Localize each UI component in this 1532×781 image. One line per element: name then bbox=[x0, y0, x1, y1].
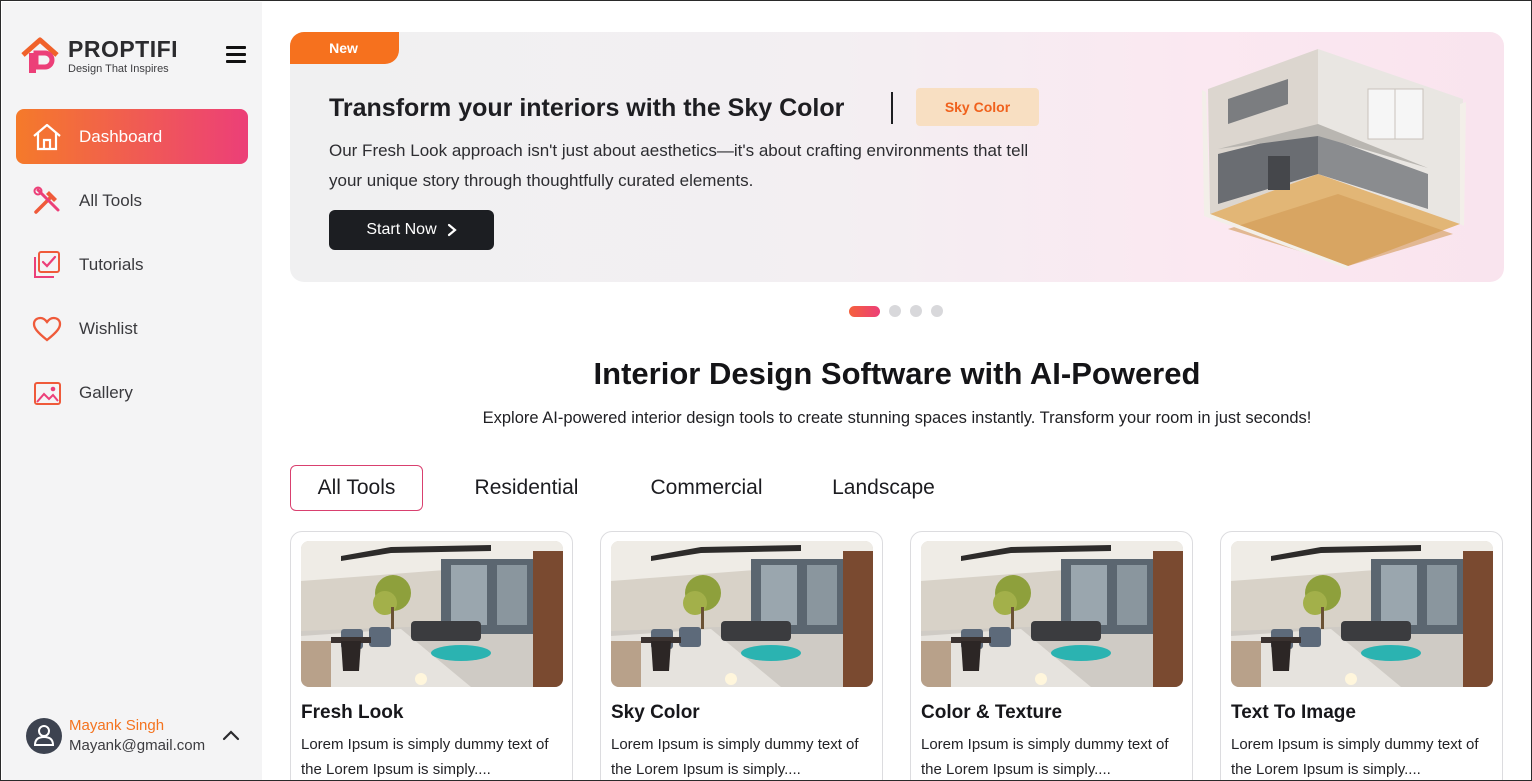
card-image bbox=[921, 541, 1183, 687]
card-title: Fresh Look bbox=[301, 702, 404, 723]
brand-tagline: Design That Inspires bbox=[68, 62, 169, 75]
banner-title: Transform your interiors with the Sky Co… bbox=[329, 94, 845, 122]
carousel-dot[interactable] bbox=[849, 305, 880, 317]
banner-description: Our Fresh Look approach isn't just about… bbox=[329, 141, 1029, 190]
tab-all-tools[interactable]: All Tools bbox=[290, 465, 423, 511]
gallery-icon bbox=[34, 381, 61, 405]
hamburger-icon[interactable] bbox=[226, 46, 246, 64]
start-now-label: Start Now bbox=[366, 221, 437, 238]
chevron-right-icon bbox=[447, 223, 457, 237]
sidebar-item-label: Wishlist bbox=[79, 318, 138, 338]
sidebar-nav: Dashboard All Tools Tutorials Wishlist G… bbox=[16, 109, 248, 429]
card-title: Color & Texture bbox=[921, 702, 1063, 723]
card-description: Lorem Ipsum is simply dummy text of the … bbox=[611, 736, 859, 778]
sidebar-item-label: Dashboard bbox=[79, 126, 163, 146]
tutorials-icon bbox=[34, 250, 60, 278]
new-badge: New bbox=[290, 32, 399, 64]
sidebar-item-wishlist[interactable]: Wishlist bbox=[16, 301, 248, 356]
tab-residential[interactable]: Residential bbox=[458, 465, 595, 511]
section-title: Interior Design Software with AI-Powered bbox=[593, 356, 1201, 391]
kitchen-illustration bbox=[1202, 49, 1466, 269]
brand-logo[interactable]: PROPTIFI Design That Inspires bbox=[20, 36, 178, 76]
card-title: Sky Color bbox=[611, 702, 700, 723]
carousel-dot[interactable] bbox=[910, 305, 922, 317]
user-avatar bbox=[26, 718, 62, 754]
card-description: Lorem Ipsum is simply dummy text of the … bbox=[1231, 736, 1479, 778]
chevron-up-icon[interactable] bbox=[222, 728, 240, 742]
sidebar-item-all-tools[interactable]: All Tools bbox=[16, 173, 248, 228]
carousel-dot[interactable] bbox=[931, 305, 943, 317]
card-image bbox=[301, 541, 563, 687]
card-description: Lorem Ipsum is simply dummy text of the … bbox=[921, 736, 1169, 778]
user-name: Mayank Singh bbox=[69, 717, 165, 734]
sidebar-item-dashboard[interactable]: Dashboard bbox=[16, 109, 248, 164]
home-icon bbox=[33, 123, 61, 150]
section-subtitle: Explore AI-powered interior design tools… bbox=[482, 409, 1312, 427]
hero-banner: New Transform your interiors with the Sk… bbox=[290, 32, 1504, 282]
user-profile[interactable]: Mayank Singh Mayank@gmail.com bbox=[26, 716, 251, 760]
tool-card-text-to-image[interactable]: Text To Image Lorem Ipsum is simply dummy… bbox=[1220, 531, 1503, 780]
card-title: Text To Image bbox=[1231, 702, 1356, 723]
sidebar-item-label: Tutorials bbox=[79, 254, 144, 274]
card-image bbox=[611, 541, 873, 687]
sidebar-item-label: All Tools bbox=[79, 190, 142, 210]
user-email: Mayank@gmail.com bbox=[69, 737, 206, 754]
start-now-button[interactable]: Start Now bbox=[329, 210, 494, 250]
card-image bbox=[1231, 541, 1493, 687]
sidebar-item-gallery[interactable]: Gallery bbox=[16, 365, 248, 420]
tab-landscape[interactable]: Landscape bbox=[816, 465, 951, 511]
carousel-dot[interactable] bbox=[889, 305, 901, 317]
sidebar-item-label: Gallery bbox=[79, 382, 133, 402]
tool-card-fresh-look[interactable]: Fresh Look Lorem Ipsum is simply dummy te… bbox=[290, 531, 573, 780]
tool-card-color-texture[interactable]: Color & Texture Lorem Ipsum is simply dum… bbox=[910, 531, 1193, 780]
user-icon bbox=[33, 725, 55, 746]
sidebar-item-tutorials[interactable]: Tutorials bbox=[16, 237, 248, 292]
sidebar: PROPTIFI Design That Inspires Dashboard bbox=[2, 2, 262, 780]
logo-mark-icon bbox=[21, 37, 59, 73]
brand-name: PROPTIFI bbox=[68, 35, 179, 62]
card-description: Lorem Ipsum is simply dummy text of the … bbox=[301, 736, 549, 778]
banner-divider bbox=[891, 92, 893, 124]
tool-card-sky-color[interactable]: Sky Color Lorem Ipsum is simply dummy tex… bbox=[600, 531, 883, 780]
tab-commercial[interactable]: Commercial bbox=[630, 465, 783, 511]
heart-icon bbox=[32, 316, 62, 341]
tools-icon bbox=[33, 186, 60, 214]
feature-tag[interactable]: Sky Color bbox=[916, 88, 1039, 126]
carousel-dots bbox=[849, 305, 943, 317]
app-frame: PROPTIFI Design That Inspires Dashboard bbox=[0, 0, 1532, 781]
